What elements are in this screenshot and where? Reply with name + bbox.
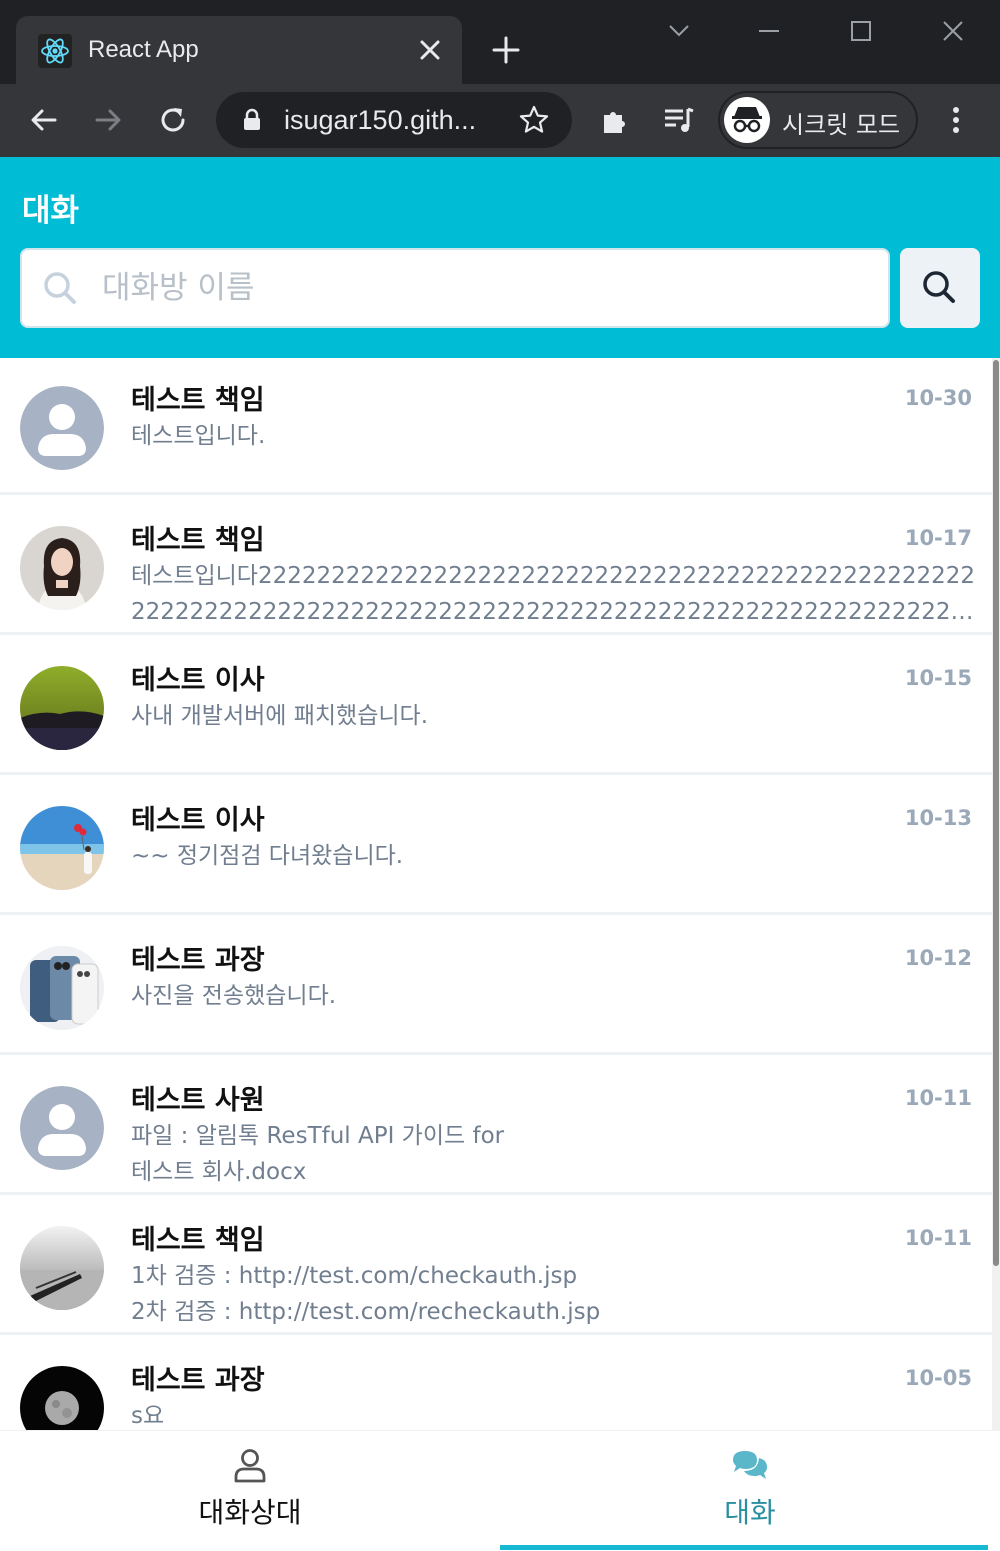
chat-room-date: 10-11	[904, 1226, 972, 1250]
chat-last-message: 파일 : 알림톡 ResTful API 가이드 for	[131, 1123, 505, 1149]
chat-room-name: 테스트 이사	[131, 805, 265, 836]
chat-room-date: 10-30	[904, 386, 972, 410]
app-header: 대화	[0, 157, 1000, 358]
chat-room-name: 테스트 과장	[131, 945, 265, 976]
window-close-icon[interactable]	[936, 14, 970, 48]
url-text: isugar150.gith...	[284, 105, 477, 135]
landscape-photo	[20, 666, 104, 750]
chat-room-name: 테스트 이사	[131, 665, 265, 696]
default-user-icon	[20, 386, 104, 470]
chat-last-message-line2: 테스트 회사.docx	[131, 1159, 307, 1185]
default-user-icon	[20, 1086, 104, 1170]
minimize-icon[interactable]	[752, 14, 786, 48]
chat-room-item[interactable]: 테스트 책임 10-30 테스트입니다.	[0, 358, 992, 495]
new-tab-icon[interactable]	[490, 34, 522, 66]
chat-last-message: ~~ 정기점검 다녀왔습니다.	[131, 843, 404, 869]
forward-arrow-icon[interactable]	[91, 103, 125, 137]
chat-room-list: 테스트 책임 10-30 테스트입니다. 테스트 책임 10-17 테스트입니다…	[0, 358, 992, 1430]
tab-title: React App	[88, 36, 199, 63]
incognito-icon	[724, 97, 770, 143]
chat-last-message: s요	[131, 1403, 165, 1429]
extensions-puzzle-icon[interactable]	[599, 103, 633, 137]
chat-room-item[interactable]: 테스트 책임 10-17 테스트입니다222222222222222222222…	[0, 498, 992, 635]
beach-photo	[20, 806, 104, 890]
chat-room-item[interactable]: 테스트 이사 10-13 ~~ 정기점검 다녀왔습니다.	[0, 778, 992, 915]
chat-room-name: 테스트 과장	[131, 1365, 265, 1396]
chat-room-name: 테스트 책임	[131, 1225, 265, 1256]
person-photo	[20, 526, 104, 610]
chat-room-date: 10-13	[904, 806, 972, 830]
chat-last-message: 1차 검증 : http://test.com/checkauth.jsp	[131, 1263, 578, 1289]
media-control-icon[interactable]	[662, 103, 696, 137]
maximize-icon[interactable]	[844, 14, 878, 48]
nav-label-contacts: 대화상대	[198, 1497, 302, 1528]
chat-room-item[interactable]: 테스트 책임 10-11 1차 검증 : http://test.com/che…	[0, 1198, 992, 1335]
chat-room-name: 테스트 책임	[131, 385, 265, 416]
chat-last-message-line2: 2222222222222222222222222222222222222222…	[131, 599, 981, 625]
react-logo-icon	[38, 34, 72, 68]
search-button[interactable]	[900, 248, 980, 328]
incognito-indicator[interactable]: 시크릿 모드	[718, 91, 918, 149]
more-menu-icon[interactable]	[939, 103, 973, 137]
moon-photo	[20, 1366, 104, 1430]
chat-room-name: 테스트 책임	[131, 525, 265, 556]
chat-last-message: 사진을 전송했습니다.	[131, 983, 337, 1009]
user-outline-icon	[231, 1447, 269, 1485]
nav-label-chats: 대화	[724, 1497, 776, 1528]
bookmark-star-icon[interactable]	[518, 104, 550, 136]
search-button-icon	[923, 271, 955, 303]
bottom-navigation: 대화상대 대화	[0, 1430, 1000, 1550]
active-tab-indicator	[500, 1545, 988, 1550]
chat-room-date: 10-17	[904, 526, 972, 550]
nav-tab-chats[interactable]: 대화	[500, 1431, 1000, 1551]
search-input[interactable]	[102, 260, 872, 316]
tab-search-chevron-icon[interactable]	[662, 14, 696, 48]
nav-tab-contacts[interactable]: 대화상대	[0, 1431, 500, 1551]
lock-icon	[240, 108, 264, 132]
search-box[interactable]	[20, 248, 890, 328]
chat-room-item[interactable]: 테스트 이사 10-15 사내 개발서버에 패치했습니다.	[0, 638, 992, 775]
chat-last-message-line2: 2차 검증 : http://test.com/recheckauth.jsp	[131, 1299, 601, 1325]
back-arrow-icon[interactable]	[27, 103, 61, 137]
chat-last-message: 테스트입니다2222222222222222222222222222222222…	[131, 563, 975, 589]
browser-tabstrip: React App	[0, 0, 1000, 84]
tab-close-icon[interactable]	[416, 36, 444, 64]
chat-room-date: 10-12	[904, 946, 972, 970]
chat-room-date: 10-15	[904, 666, 972, 690]
chat-last-message: 테스트입니다.	[131, 423, 266, 449]
page-title: 대화	[22, 193, 80, 229]
incognito-label: 시크릿 모드	[782, 111, 901, 139]
chat-room-item[interactable]: 테스트 과장 10-12 사진을 전송했습니다.	[0, 918, 992, 1055]
chat-last-message: 사내 개발서버에 패치했습니다.	[131, 703, 429, 729]
chat-room-item[interactable]: 테스트 사원 10-11 파일 : 알림톡 ResTful API 가이드 fo…	[0, 1058, 992, 1195]
phones-photo	[20, 946, 104, 1030]
comments-icon	[731, 1447, 769, 1485]
reload-icon[interactable]	[156, 103, 190, 137]
chat-room-name: 테스트 사원	[131, 1085, 265, 1116]
chat-room-item[interactable]: 테스트 과장 10-05 s요	[0, 1338, 992, 1430]
list-scrollbar[interactable]	[992, 358, 1000, 1430]
browser-tab[interactable]: React App	[16, 16, 462, 84]
pier-photo	[20, 1226, 104, 1310]
address-bar[interactable]: isugar150.gith...	[216, 92, 572, 148]
browser-toolbar: isugar150.gith... 시크릿 모드	[0, 84, 1000, 157]
search-icon	[42, 270, 78, 306]
chat-room-date: 10-05	[904, 1366, 972, 1390]
scrollbar-thumb[interactable]	[993, 360, 999, 1266]
chat-room-date: 10-11	[904, 1086, 972, 1110]
